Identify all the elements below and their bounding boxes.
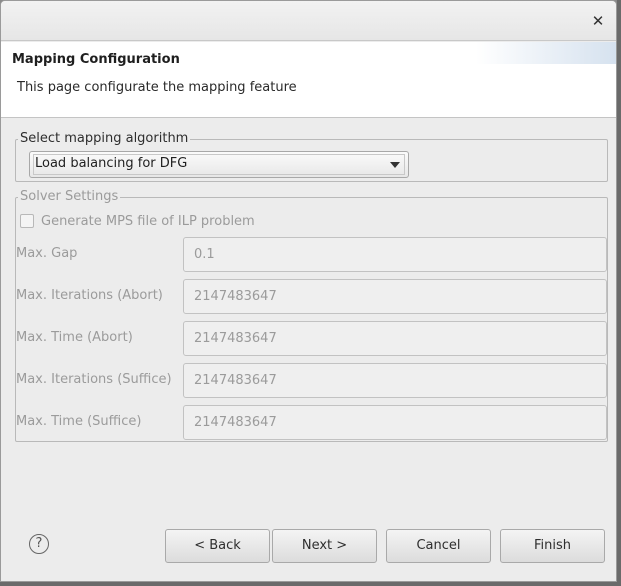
max-time-abort-input[interactable]: 2147483647 — [183, 321, 607, 356]
max-iterations-suffice-label: Max. Iterations (Suffice) — [16, 372, 172, 387]
max-gap-label: Max. Gap — [16, 246, 78, 261]
wizard-header: Mapping Configuration This page configur… — [1, 42, 616, 118]
back-button[interactable]: < Back — [165, 529, 270, 563]
algorithm-group-label: Select mapping algorithm — [18, 131, 191, 147]
header-banner-decoration — [476, 42, 616, 64]
generate-mps-row: Generate MPS file of ILP problem — [20, 212, 255, 230]
next-button[interactable]: Next > — [272, 529, 377, 563]
max-time-suffice-input[interactable]: 2147483647 — [183, 405, 607, 440]
chevron-down-icon — [390, 162, 400, 168]
solver-settings-label: Solver Settings — [18, 189, 121, 205]
max-time-abort-label: Max. Time (Abort) — [16, 330, 133, 345]
wizard-dialog: ✕ Mapping Configuration This page config… — [0, 0, 617, 582]
max-iterations-abort-input[interactable]: 2147483647 — [183, 279, 607, 314]
button-bar: ? < Back Next > Cancel Finish — [1, 516, 616, 576]
max-iterations-abort-label: Max. Iterations (Abort) — [16, 288, 163, 303]
page-description: This page configurate the mapping featur… — [17, 80, 297, 95]
algorithm-select[interactable]: Load balancing for DFG — [29, 151, 409, 178]
background-strip-right — [617, 0, 621, 586]
cancel-button[interactable]: Cancel — [386, 529, 491, 563]
page-title: Mapping Configuration — [12, 52, 180, 67]
finish-button[interactable]: Finish — [500, 529, 605, 563]
algorithm-select-value: Load balancing for DFG — [35, 156, 188, 171]
title-bar: ✕ — [1, 1, 616, 41]
max-iterations-suffice-input[interactable]: 2147483647 — [183, 363, 607, 398]
generate-mps-checkbox[interactable] — [20, 214, 34, 228]
max-time-suffice-label: Max. Time (Suffice) — [16, 414, 142, 429]
generate-mps-label: Generate MPS file of ILP problem — [41, 213, 255, 229]
close-icon[interactable]: ✕ — [590, 13, 606, 29]
algorithm-group: Select mapping algorithm Load balancing … — [15, 131, 608, 182]
max-gap-input[interactable]: 0.1 — [183, 237, 607, 272]
solver-settings-group: Solver Settings Generate MPS file of ILP… — [15, 189, 608, 442]
background-strip-bottom — [0, 582, 621, 586]
help-icon[interactable]: ? — [29, 534, 49, 554]
